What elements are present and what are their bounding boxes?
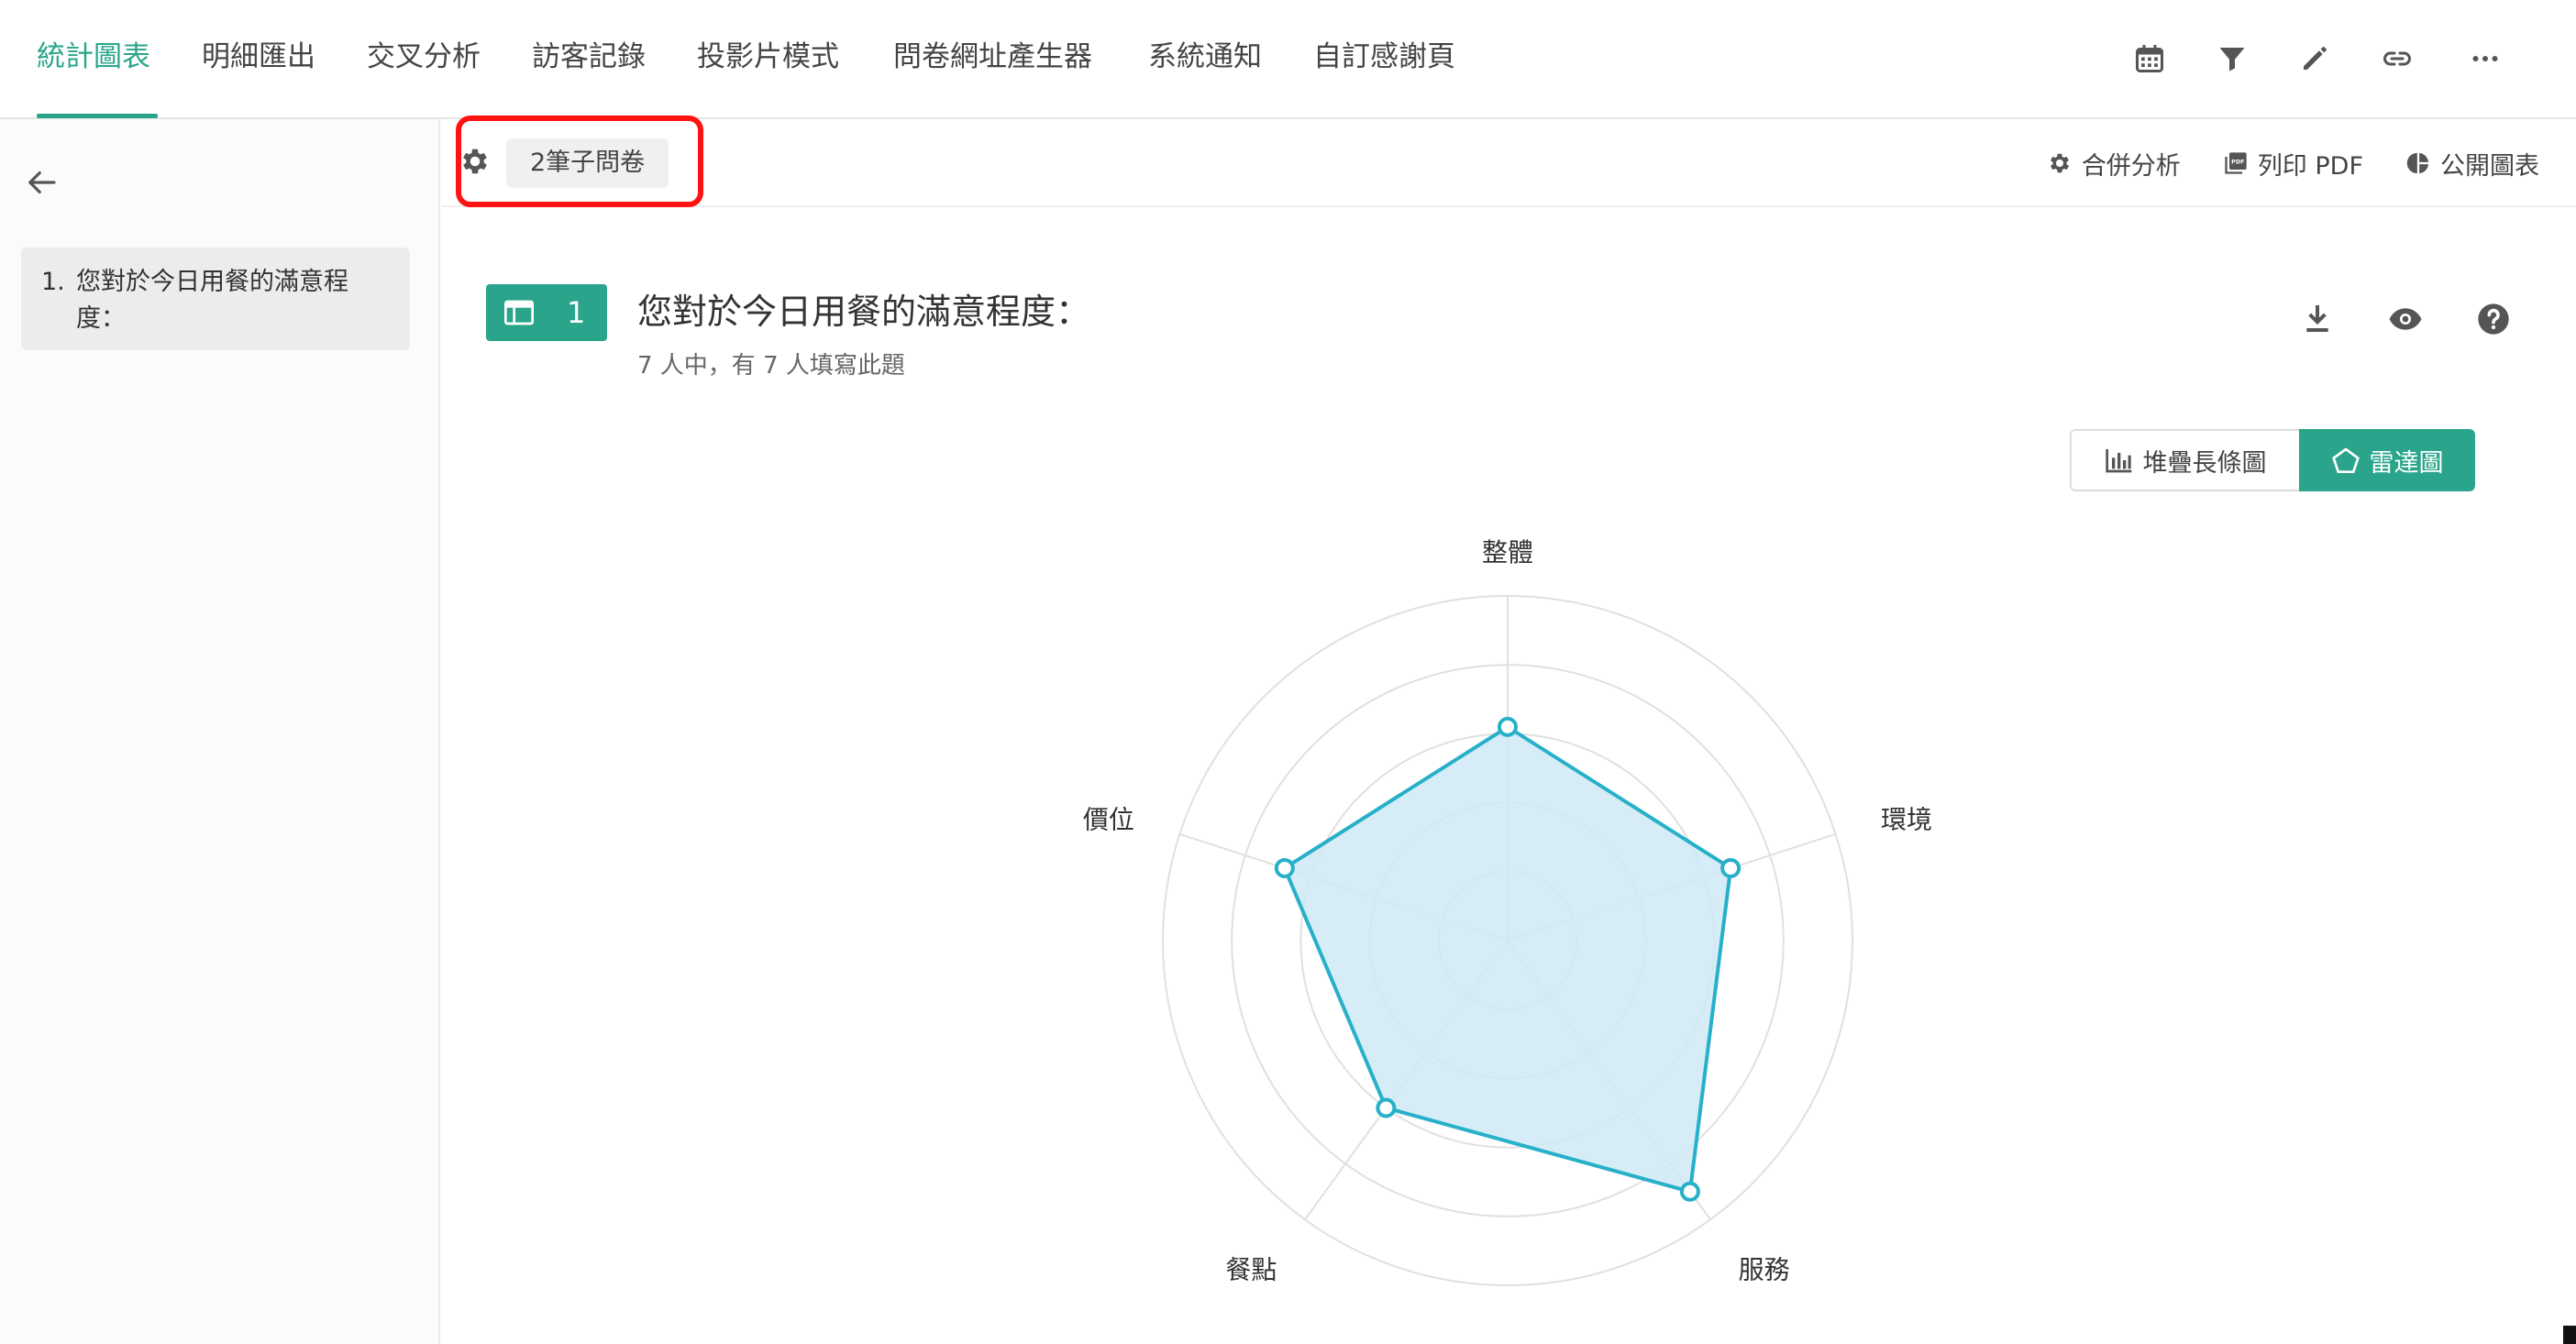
radar-series-area bbox=[1282, 724, 1733, 1194]
radar-axis-label: 整體 bbox=[1482, 537, 1533, 567]
gear-icon[interactable] bbox=[459, 145, 492, 182]
radar-grid-ring bbox=[1437, 870, 1578, 1011]
active-tab-indicator bbox=[37, 114, 158, 118]
radar-spoke bbox=[1304, 940, 1509, 1220]
radar-grid-ring bbox=[1162, 595, 1853, 1286]
link-icon[interactable] bbox=[2375, 37, 2419, 81]
subquestionnaire-button[interactable]: 2筆子問卷 bbox=[506, 138, 669, 188]
radar-data-point bbox=[1274, 857, 1295, 878]
tab-statistics[interactable]: 統計圖表 bbox=[37, 35, 150, 79]
question-summary: 7 人中，有 7 人填寫此題 bbox=[637, 352, 905, 380]
pie-chart-icon bbox=[2406, 152, 2429, 174]
radar-axis-label: 服務 bbox=[1739, 1254, 1790, 1284]
tab-cross-analysis[interactable]: 交叉分析 bbox=[367, 35, 481, 79]
tab-visitor-log[interactable]: 訪客記錄 bbox=[532, 35, 646, 79]
print-pdf-button[interactable]: PDF 列印 PDF bbox=[2223, 146, 2363, 182]
radar-grid-ring bbox=[1231, 664, 1785, 1217]
radar-axis-label: 價位 bbox=[1083, 805, 1134, 835]
tab-slideshow[interactable]: 投影片模式 bbox=[697, 35, 839, 79]
radar-chart-label: 雷達圖 bbox=[2369, 448, 2444, 478]
top-nav: 統計圖表 明細匯出 交叉分析 訪客記錄 投影片模式 問卷網址產生器 系統通知 自… bbox=[0, 0, 2576, 119]
bar-chart-icon bbox=[2105, 449, 2131, 473]
radar-grid-ring bbox=[1299, 733, 1716, 1149]
eye-icon[interactable] bbox=[2387, 301, 2424, 337]
subquestion-group: 2筆子問卷 bbox=[459, 119, 669, 207]
app-window: 統計圖表 明細匯出 交叉分析 訪客記錄 投影片模式 問卷網址產生器 系統通知 自… bbox=[0, 0, 2576, 1344]
subbar-actions: 合併分析 PDF 列印 PDF 公開圖表 bbox=[2047, 119, 2539, 207]
help-icon[interactable] bbox=[2475, 301, 2512, 337]
question-tools bbox=[2299, 301, 2512, 337]
radar-spoke bbox=[1179, 832, 1509, 942]
tab-url-generator[interactable]: 問卷網址產生器 bbox=[893, 35, 1092, 79]
download-icon[interactable] bbox=[2299, 301, 2336, 337]
filter-icon[interactable] bbox=[2210, 37, 2254, 81]
sidebar-item-number: 1. bbox=[41, 268, 65, 296]
pentagon-icon bbox=[2331, 447, 2360, 473]
table-icon bbox=[504, 300, 534, 325]
question-sidebar: 1. 您對於今日用餐的滿意程度： bbox=[0, 119, 440, 1344]
back-arrow-icon[interactable] bbox=[22, 163, 64, 205]
radar-data-point bbox=[1679, 1181, 1700, 1202]
public-chart-button[interactable]: 公開圖表 bbox=[2405, 146, 2539, 182]
print-pdf-label: 列印 PDF bbox=[2257, 151, 2363, 181]
pencil-icon[interactable] bbox=[2293, 37, 2337, 81]
tab-notifications[interactable]: 系統通知 bbox=[1148, 35, 1262, 79]
sidebar-item-label: 您對於今日用餐的滿意程度： bbox=[76, 268, 348, 333]
stacked-bar-label: 堆疊長條圖 bbox=[2142, 448, 2267, 478]
gear-icon bbox=[2050, 153, 2069, 173]
svg-text:PDF: PDF bbox=[2231, 159, 2244, 166]
sidebar-item-question-1[interactable]: 1. 您對於今日用餐的滿意程度： bbox=[21, 248, 410, 350]
radar-data-point bbox=[1720, 857, 1741, 878]
more-icon[interactable] bbox=[2463, 37, 2507, 81]
merge-analysis-label: 合併分析 bbox=[2081, 151, 2181, 181]
radar-axis-label: 環境 bbox=[1881, 805, 1932, 835]
pdf-icon: PDF bbox=[2225, 152, 2247, 174]
radar-spoke bbox=[1507, 832, 1836, 942]
radar-data-point bbox=[1498, 716, 1518, 737]
radar-grid-ring bbox=[1368, 801, 1647, 1080]
public-chart-label: 公開圖表 bbox=[2440, 151, 2539, 181]
tab-detail-export[interactable]: 明細匯出 bbox=[202, 35, 315, 79]
corner-mark bbox=[2563, 1326, 2576, 1344]
question-number: 1 bbox=[567, 295, 586, 330]
calendar-icon[interactable] bbox=[2128, 37, 2172, 81]
radar-data-point bbox=[1376, 1097, 1397, 1118]
radar-spoke bbox=[1507, 940, 1711, 1220]
stacked-bar-button[interactable]: 堆疊長條圖 bbox=[2070, 429, 2299, 491]
radar-axis-label: 餐點 bbox=[1225, 1254, 1277, 1284]
merge-analysis-button[interactable]: 合併分析 bbox=[2047, 146, 2181, 182]
question-number-badge: 1 bbox=[486, 284, 607, 341]
question-title: 您對於今日用餐的滿意程度： bbox=[637, 292, 1091, 332]
chart-type-switch: 堆疊長條圖 雷達圖 bbox=[2070, 429, 2475, 491]
tab-thank-you-page[interactable]: 自訂感謝頁 bbox=[1313, 35, 1455, 79]
sub-toolbar: 2筆子問卷 合併分析 PDF 列印 PDF 公開圖表 bbox=[442, 119, 2576, 207]
radar-chart-button[interactable]: 雷達圖 bbox=[2299, 429, 2475, 491]
